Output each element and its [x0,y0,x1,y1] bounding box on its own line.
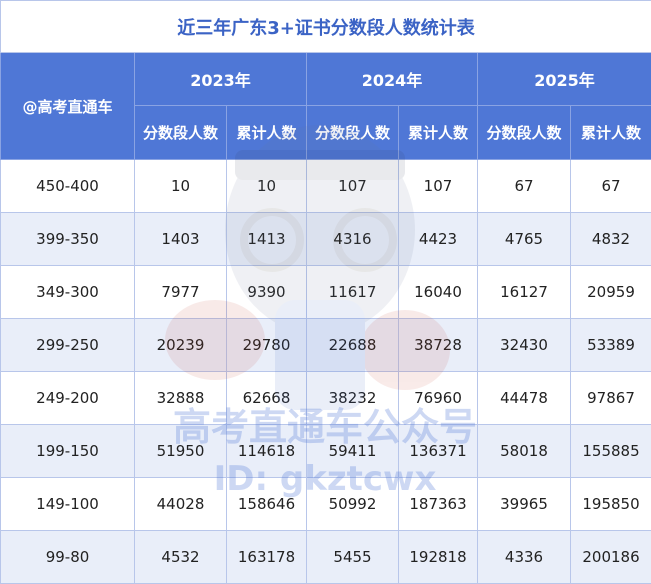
segment-count-cell: 32430 [477,318,571,372]
year-header-2025: 2025年 [476,52,651,106]
segment-count-cell: 67 [477,159,571,213]
cumulative-count-cell: 29780 [226,318,307,372]
score-range-cell: 149-100 [0,477,135,531]
cumulative-count-cell: 163178 [226,530,307,584]
segment-count-cell: 4532 [134,530,227,584]
score-range-cell: 249-200 [0,371,135,425]
score-range-cell: 450-400 [0,159,135,213]
segment-count-cell: 1403 [134,212,227,266]
cumulative-count-cell: 10 [226,159,307,213]
table-row: 99-80 4532 163178 5455 192818 4336 200186 [0,530,651,584]
score-range-cell: 399-350 [0,212,135,266]
sub-header-segment-2024: 分数段人数 [306,105,399,160]
score-table-container: 近三年广东3+证书分数段人数统计表 @高考直通车 2023年 2024年 202… [0,0,651,584]
segment-count-cell: 44478 [477,371,571,425]
cumulative-count-cell: 136371 [398,424,478,478]
cumulative-count-cell: 76960 [398,371,478,425]
table-row: 199-150 51950 114618 59411 136371 58018 155885 [0,424,651,478]
segment-count-cell: 7977 [134,265,227,319]
table-row: 249-200 32888 62668 38232 76960 44478 97867 [0,371,651,425]
cumulative-count-cell: 9390 [226,265,307,319]
cumulative-count-cell: 20959 [569,265,651,319]
score-range-cell: 299-250 [0,318,135,372]
table-row: 450-400 10 10 107 107 67 67 [0,159,651,213]
segment-count-cell: 4336 [477,530,571,584]
cumulative-count-cell: 155885 [569,424,651,478]
segment-count-cell: 16127 [477,265,571,319]
cumulative-count-cell: 158646 [226,477,307,531]
year-header-2023: 2023年 [134,52,307,106]
score-range-cell: 199-150 [0,424,135,478]
score-distribution-table: 近三年广东3+证书分数段人数统计表 @高考直通车 2023年 2024年 202… [0,0,651,584]
table-row: 349-300 7977 9390 11617 16040 16127 20959 [0,265,651,319]
cumulative-count-cell: 38728 [398,318,478,372]
cumulative-count-cell: 16040 [398,265,478,319]
sub-header-segment-2023: 分数段人数 [134,105,227,160]
table-row: 299-250 20239 29780 22688 38728 32430 53389 [0,318,651,372]
segment-count-cell: 44028 [134,477,227,531]
sub-header-segment-2025: 分数段人数 [477,105,571,160]
sub-header-cumulative-2023: 累计人数 [226,105,307,160]
segment-count-cell: 20239 [134,318,227,372]
score-range-cell: 349-300 [0,265,135,319]
cumulative-count-cell: 97867 [569,371,651,425]
cumulative-count-cell: 67 [569,159,651,213]
cumulative-count-cell: 4832 [569,212,651,266]
table-row: 149-100 44028 158646 50992 187363 39965 195850 [0,477,651,531]
segment-count-cell: 38232 [306,371,399,425]
segment-count-cell: 4316 [306,212,399,266]
segment-count-cell: 10 [134,159,227,213]
segment-count-cell: 107 [306,159,399,213]
cumulative-count-cell: 187363 [398,477,478,531]
cumulative-count-cell: 1413 [226,212,307,266]
sub-header-cumulative-2025: 累计人数 [569,105,651,160]
cumulative-count-cell: 4423 [398,212,478,266]
segment-count-cell: 4765 [477,212,571,266]
table-row: 399-350 1403 1413 4316 4423 4765 4832 [0,212,651,266]
segment-count-cell: 50992 [306,477,399,531]
cumulative-count-cell: 107 [398,159,478,213]
cumulative-count-cell: 192818 [398,530,478,584]
table-title: 近三年广东3+证书分数段人数统计表 [0,0,651,53]
cumulative-count-cell: 114618 [226,424,307,478]
segment-count-cell: 5455 [306,530,399,584]
segment-count-cell: 51950 [134,424,227,478]
score-range-cell: 99-80 [0,530,135,584]
corner-label: @高考直通车 [0,52,135,160]
cumulative-count-cell: 62668 [226,371,307,425]
cumulative-count-cell: 200186 [569,530,651,584]
segment-count-cell: 32888 [134,371,227,425]
cumulative-count-cell: 53389 [569,318,651,372]
year-header-2024: 2024年 [306,52,478,106]
segment-count-cell: 58018 [477,424,571,478]
segment-count-cell: 22688 [306,318,399,372]
sub-header-cumulative-2024: 累计人数 [398,105,478,160]
segment-count-cell: 39965 [477,477,571,531]
segment-count-cell: 59411 [306,424,399,478]
segment-count-cell: 11617 [306,265,399,319]
cumulative-count-cell: 195850 [569,477,651,531]
